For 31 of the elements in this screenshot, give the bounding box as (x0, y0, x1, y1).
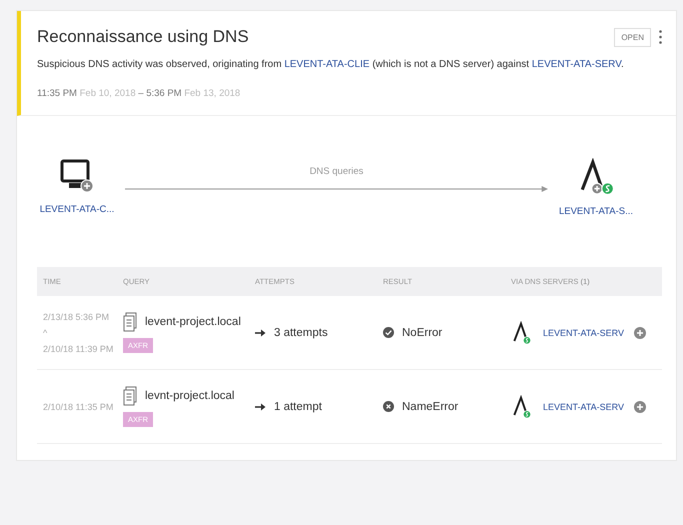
result-text: NoError (402, 326, 442, 338)
attempts-text: 3 attempts (274, 326, 328, 338)
alert-description: Suspicious DNS activity was observed, originating from LEVENT-ATA-CLIE (which is not a DNS server) against LEVENT-ATA-SERV. (37, 59, 625, 70)
server-link[interactable]: LEVENT-ATA-SERV (543, 328, 624, 338)
time-text: 2/10/18 11:35 PM (43, 402, 114, 412)
server-link[interactable]: LEVENT-ATA-SERV (543, 402, 624, 412)
time-text: ^ (43, 328, 48, 338)
document-icon (123, 312, 137, 332)
arrow-icon (255, 402, 266, 410)
add-icon[interactable] (634, 400, 646, 412)
check-circle-icon (383, 327, 394, 338)
query-text: levent-project.local (145, 316, 241, 328)
arrow-icon (255, 328, 266, 336)
computer-link[interactable]: LEVENT-ATA-CLIE (284, 59, 370, 70)
target-computer-link[interactable]: LEVENT-ATA-S... (558, 206, 634, 217)
time-text: 2/10/18 11:39 PM (43, 344, 114, 354)
edge-label: DNS queries (310, 166, 364, 177)
query-text: levnt-project.local (145, 390, 234, 402)
attempts-text: 1 attempt (274, 400, 322, 412)
computer-link[interactable]: LEVENT-ATA-SERV (532, 59, 621, 70)
add-icon[interactable] (634, 326, 646, 338)
source-computer-link[interactable]: LEVENT-ATA-C... (40, 204, 114, 215)
alert-title: Reconnaissance using DNS (37, 27, 249, 47)
result-text: NameError (402, 400, 458, 412)
document-icon (123, 386, 137, 406)
more-icon[interactable] (659, 30, 662, 44)
status-button[interactable]: OPEN (614, 28, 651, 46)
computer-icon (59, 158, 95, 194)
alert-time-range: 11:35 PM Feb 10, 2018 – 5:36 PM Feb 13, 2018 (37, 88, 242, 99)
time-text: 2/13/18 5:36 PM (43, 312, 110, 322)
x-circle-icon (383, 401, 394, 412)
